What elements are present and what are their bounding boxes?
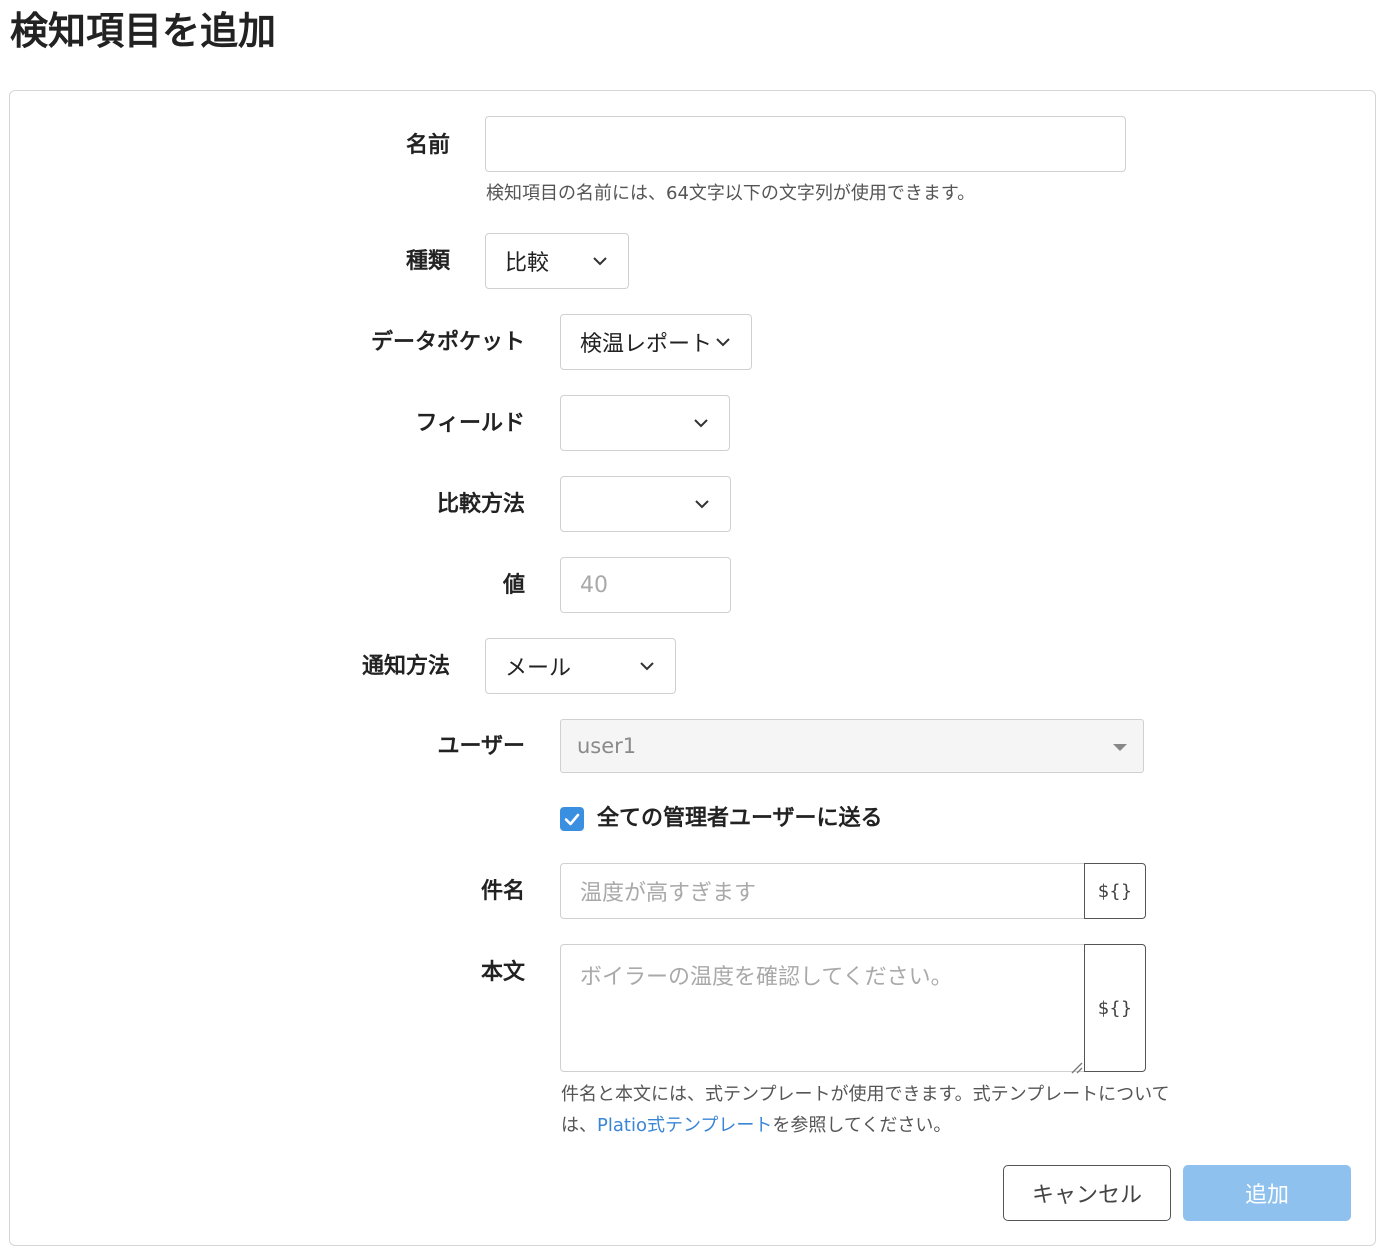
- send-all-label[interactable]: 全ての管理者ユーザーに送る: [597, 803, 883, 835]
- value-label: 値: [502, 573, 525, 598]
- cancel-button[interactable]: キャンセル: [1003, 1165, 1171, 1221]
- body-placeholder: ボイラーの温度を確認してください。: [580, 965, 953, 990]
- check-icon: [564, 813, 580, 826]
- chevron-down-icon: [715, 334, 731, 350]
- chevron-down-icon: [639, 658, 655, 674]
- caret-down-icon: [1113, 744, 1127, 751]
- add-button[interactable]: 追加: [1183, 1165, 1351, 1221]
- body-template-button[interactable]: ${}: [1084, 944, 1146, 1072]
- field-label: フィールド: [415, 411, 525, 436]
- value-input[interactable]: 40: [560, 557, 731, 613]
- template-hint-line2: は、Platio式テンプレートを参照してください。: [561, 1110, 1170, 1141]
- datapocket-select[interactable]: 検温レポート: [560, 314, 752, 370]
- body-textarea[interactable]: ボイラーの温度を確認してください。: [560, 944, 1086, 1074]
- chevron-down-icon: [694, 496, 710, 512]
- name-label: 名前: [405, 133, 450, 158]
- type-select-value: 比較: [505, 251, 550, 276]
- method-label: 比較方法: [436, 492, 525, 517]
- datapocket-select-value: 検温レポート: [580, 332, 713, 357]
- template-doc-link[interactable]: Platio式テンプレート: [597, 1115, 772, 1136]
- notify-select[interactable]: メール: [485, 638, 676, 694]
- user-select-value: user1: [577, 734, 637, 758]
- user-select[interactable]: user1: [560, 719, 1144, 773]
- chevron-down-icon: [592, 253, 608, 269]
- notify-label: 通知方法: [361, 654, 450, 679]
- subject-template-button[interactable]: ${}: [1084, 863, 1146, 919]
- template-hint-suffix: を参照してください。: [772, 1115, 952, 1136]
- name-hint: 検知項目の名前には、64文字以下の文字列が使用できます。: [486, 183, 976, 204]
- name-input[interactable]: [485, 116, 1126, 172]
- notify-select-value: メール: [505, 656, 572, 681]
- chevron-down-icon: [693, 415, 709, 431]
- page-title: 検知項目を追加: [10, 9, 277, 53]
- user-label: ユーザー: [437, 734, 525, 759]
- body-label: 本文: [480, 960, 525, 985]
- datapocket-label: データポケット: [370, 330, 525, 355]
- type-select[interactable]: 比較: [485, 233, 629, 289]
- send-all-checkbox[interactable]: [560, 807, 584, 831]
- subject-input[interactable]: 温度が高すぎます: [560, 863, 1086, 919]
- method-select[interactable]: [560, 476, 731, 532]
- template-hint-line1: 件名と本文には、式テンプレートが使用できます。式テンプレートについて: [561, 1084, 1170, 1105]
- template-hint-prefix: は、: [561, 1115, 597, 1136]
- type-label: 種類: [405, 249, 450, 274]
- resize-handle-icon[interactable]: [1069, 1055, 1083, 1074]
- form-panel: [9, 90, 1376, 1246]
- field-select[interactable]: [560, 395, 730, 451]
- subject-label: 件名: [480, 879, 525, 904]
- template-hint: 件名と本文には、式テンプレートが使用できます。式テンプレートについて は、Pla…: [561, 1079, 1170, 1141]
